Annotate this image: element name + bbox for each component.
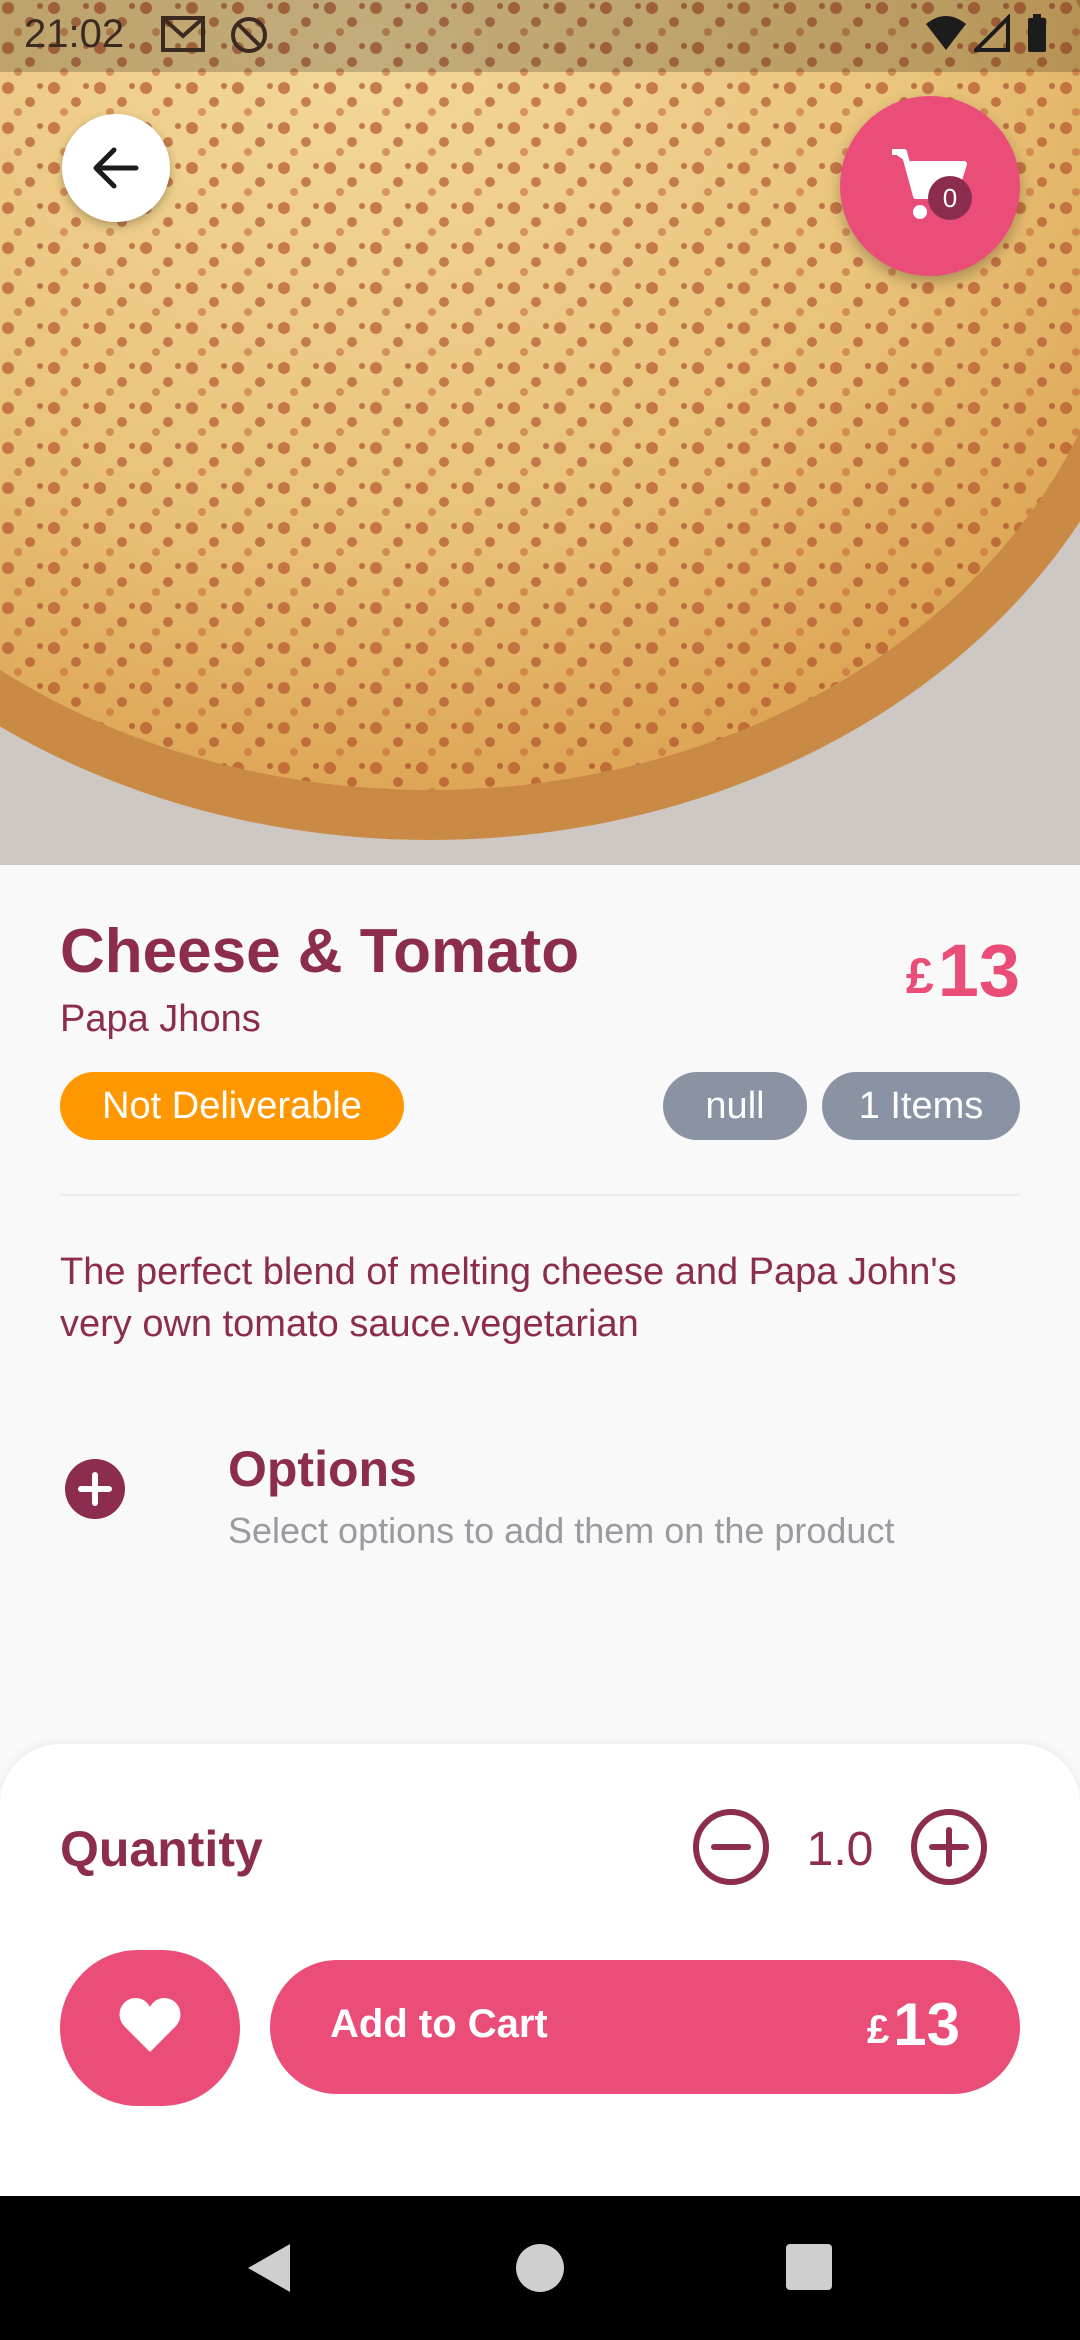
gmail-icon (161, 16, 205, 52)
items-badge: 1 Items (822, 1072, 1020, 1140)
plus-circle-icon[interactable] (64, 1458, 126, 1520)
nav-back-icon[interactable] (244, 2240, 294, 2296)
battery-icon (1028, 14, 1046, 52)
wifi-icon (926, 16, 966, 50)
product-price: £ 13 (906, 928, 1020, 1013)
restaurant-name: Papa Jhons (60, 998, 261, 1040)
options-subtitle: Select options to add them on the produc… (228, 1510, 895, 1551)
options-title: Options (228, 1441, 417, 1497)
add-to-cart-amount: 13 (893, 1991, 960, 2058)
heart-icon (119, 1998, 181, 2052)
tag-badge: null (663, 1072, 807, 1140)
price-amount: 13 (937, 929, 1020, 1012)
minus-circle-icon[interactable] (692, 1808, 770, 1886)
status-bar: 21:02 (0, 0, 1080, 72)
price-currency: £ (905, 948, 934, 1004)
cart-button[interactable]: 0 (840, 96, 1020, 276)
add-to-cart-button[interactable]: Add to Cart £ 13 (270, 1960, 1020, 2094)
divider (60, 1194, 1020, 1196)
add-to-cart-label: Add to Cart (330, 2002, 548, 2046)
product-description: The perfect blend of melting cheese and … (60, 1251, 957, 1345)
back-button[interactable] (62, 114, 170, 222)
status-time: 21:02 (24, 12, 125, 56)
nav-home-icon[interactable] (516, 2244, 564, 2292)
favorite-button[interactable] (60, 1950, 240, 2106)
signal-icon (974, 14, 1010, 52)
add-to-cart-currency: £ (867, 2008, 890, 2052)
nav-recent-apps-icon[interactable] (786, 2244, 832, 2290)
add-to-cart-price: £ 13 (867, 1990, 960, 2059)
product-title: Cheese & Tomato (60, 917, 580, 986)
quantity-label: Quantity (60, 1821, 263, 1877)
sync-off-icon (231, 17, 267, 53)
system-nav-bar (0, 2196, 1080, 2340)
cart-count-badge: 0 (928, 176, 972, 220)
plus-circle-outline-icon[interactable] (910, 1808, 988, 1886)
deliverable-badge: Not Deliverable (60, 1072, 404, 1140)
arrow-left-icon (93, 147, 139, 189)
quantity-value: 1.0 (806, 1823, 874, 1876)
